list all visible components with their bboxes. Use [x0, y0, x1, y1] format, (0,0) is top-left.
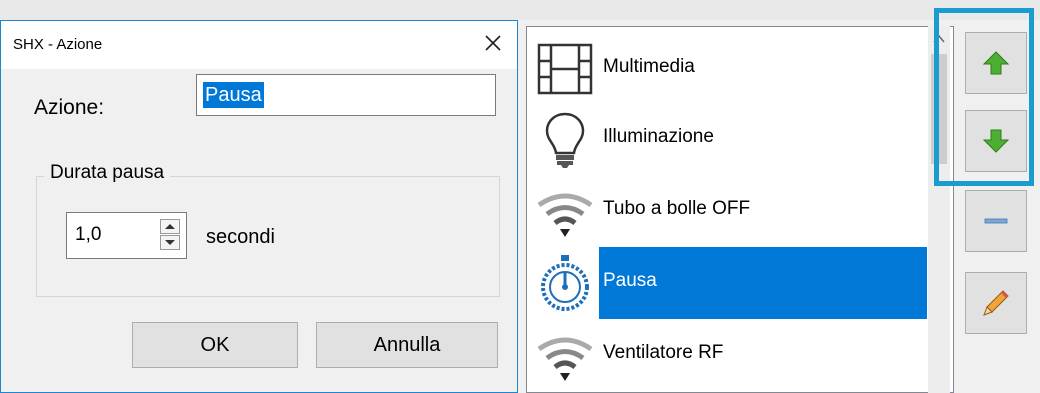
- azione-input[interactable]: Pausa: [196, 74, 496, 116]
- stopwatch-icon: [535, 253, 595, 313]
- list-item-label: Ventilatore RF: [603, 342, 724, 363]
- list-item[interactable]: Illuminazione: [527, 103, 927, 175]
- list-item[interactable]: Ventilatore RF: [527, 319, 927, 391]
- background-strip: [0, 0, 1040, 20]
- pencil-icon: [983, 290, 1009, 316]
- action-list[interactable]: Multimedia Illuminazione Tubo a bolle OF…: [526, 26, 954, 393]
- list-scrollbar[interactable]: [928, 26, 950, 393]
- chevron-up-icon[interactable]: [932, 32, 946, 46]
- wifi-icon: [535, 181, 595, 241]
- close-icon[interactable]: [479, 29, 507, 57]
- azione-input-value: Pausa: [203, 82, 264, 108]
- list-item-selected[interactable]: Pausa: [527, 247, 927, 319]
- stepper-up-button[interactable]: [160, 219, 180, 234]
- unit-label: secondi: [206, 226, 275, 248]
- chevron-down-icon: [165, 240, 175, 245]
- list-item-label: Multimedia: [603, 56, 695, 77]
- move-up-button[interactable]: [965, 32, 1027, 94]
- list-item[interactable]: Tubo a bolle OFF: [527, 175, 927, 247]
- duration-value: 1,0: [75, 224, 102, 245]
- list-item-label: Pausa: [603, 270, 657, 291]
- dialog-titlebar: SHX - Azione: [1, 21, 517, 69]
- azione-label: Azione:: [34, 96, 105, 119]
- wifi-icon: [535, 325, 595, 385]
- ok-button[interactable]: OK: [132, 322, 298, 368]
- cancel-button[interactable]: Annulla: [316, 322, 498, 368]
- move-down-button[interactable]: [965, 110, 1027, 172]
- arrow-up-icon: [982, 51, 1010, 75]
- dialog-title: SHX - Azione: [13, 36, 103, 53]
- minus-icon: [984, 218, 1008, 224]
- remove-button[interactable]: [965, 190, 1027, 252]
- list-item[interactable]: Multimedia: [527, 33, 927, 105]
- stepper-down-button[interactable]: [160, 235, 180, 250]
- lightbulb-icon: [535, 109, 595, 169]
- duration-stepper[interactable]: 1,0: [66, 212, 187, 259]
- chevron-up-icon: [165, 224, 175, 229]
- list-item-label: Illuminazione: [603, 126, 714, 147]
- film-icon: [535, 39, 595, 99]
- duration-group-label: Durata pausa: [44, 162, 171, 184]
- scroll-thumb[interactable]: [931, 54, 947, 164]
- list-item-label: Tubo a bolle OFF: [603, 198, 751, 219]
- edit-button[interactable]: [965, 272, 1027, 334]
- arrow-down-icon: [982, 129, 1010, 153]
